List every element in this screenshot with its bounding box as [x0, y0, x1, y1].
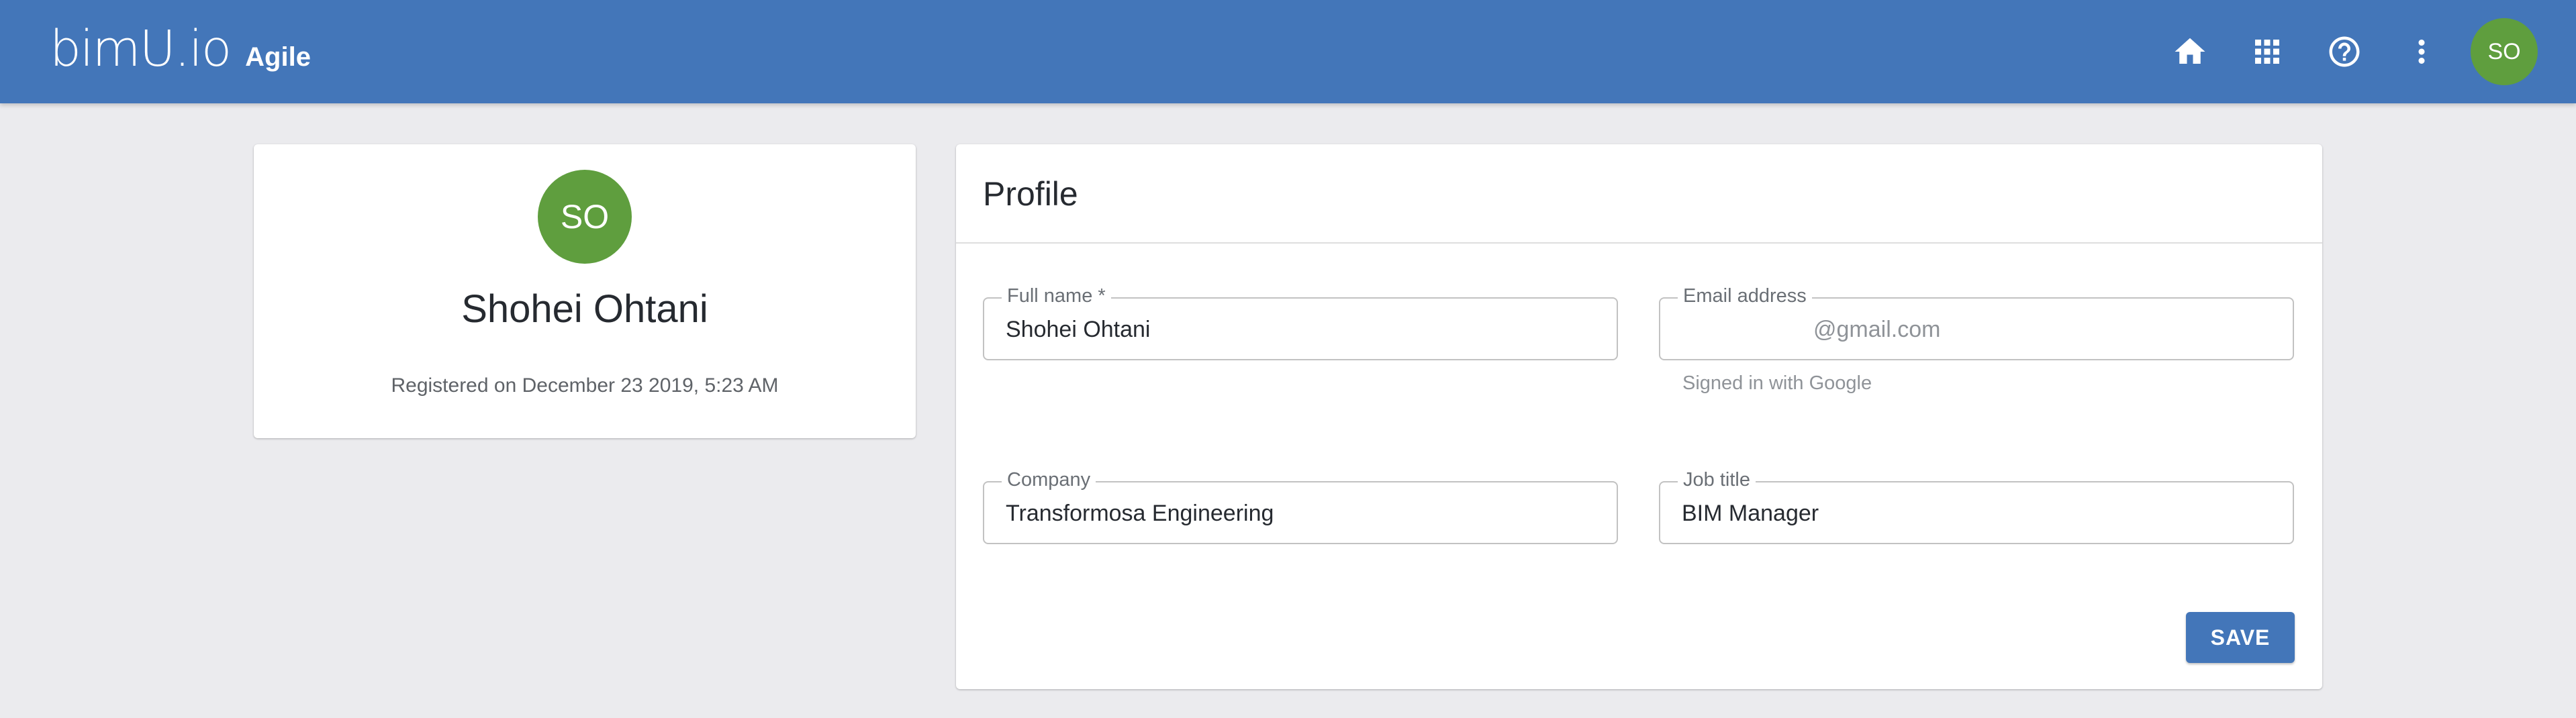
apps-button[interactable]: [2240, 25, 2294, 79]
product-name: Agile: [245, 42, 311, 72]
apps-grid-icon: [2255, 40, 2279, 64]
help-icon: [2329, 36, 2360, 67]
full-name-field: Full name *: [983, 284, 1618, 360]
avatar: SO: [538, 170, 632, 264]
brand[interactable]: bimU.io Agile: [50, 19, 311, 87]
company-field: Company: [983, 468, 1618, 544]
email-label: Email address: [1678, 284, 1812, 308]
divider: [956, 242, 2322, 244]
user-card: SO Shohei Ohtani Registered on December …: [254, 144, 916, 438]
email-field: Email address: [1659, 284, 2294, 360]
registration-info: Registered on December 23 2019, 5:23 AM: [254, 374, 916, 397]
app-bar: bimU.io Agile SO: [0, 0, 2576, 103]
page-title: Profile: [983, 175, 1078, 213]
company-input[interactable]: [1006, 482, 1603, 544]
registered-label: Registered on: [391, 374, 517, 397]
home-button[interactable]: [2163, 25, 2217, 79]
logo: bimU.io: [50, 20, 232, 78]
home-icon: [2175, 38, 2205, 64]
help-button[interactable]: [2318, 25, 2371, 79]
registered-date: December 23 2019, 5:23 AM: [522, 374, 779, 397]
account-avatar[interactable]: SO: [2471, 18, 2538, 85]
email-input[interactable]: [1813, 299, 2279, 360]
more-vert-icon: [2418, 40, 2425, 64]
profile-card: Profile Full name * Email address Signed…: [956, 144, 2322, 689]
full-name-input[interactable]: [1006, 299, 1603, 360]
job-title-field: Job title: [1659, 468, 2294, 544]
save-button[interactable]: SAVE: [2186, 612, 2295, 663]
user-name: Shohei Ohtani: [461, 287, 708, 331]
more-options-button[interactable]: [2395, 25, 2448, 79]
email-helper-text: Signed in with Google: [1682, 372, 1872, 394]
job-title-input[interactable]: [1682, 482, 2279, 544]
